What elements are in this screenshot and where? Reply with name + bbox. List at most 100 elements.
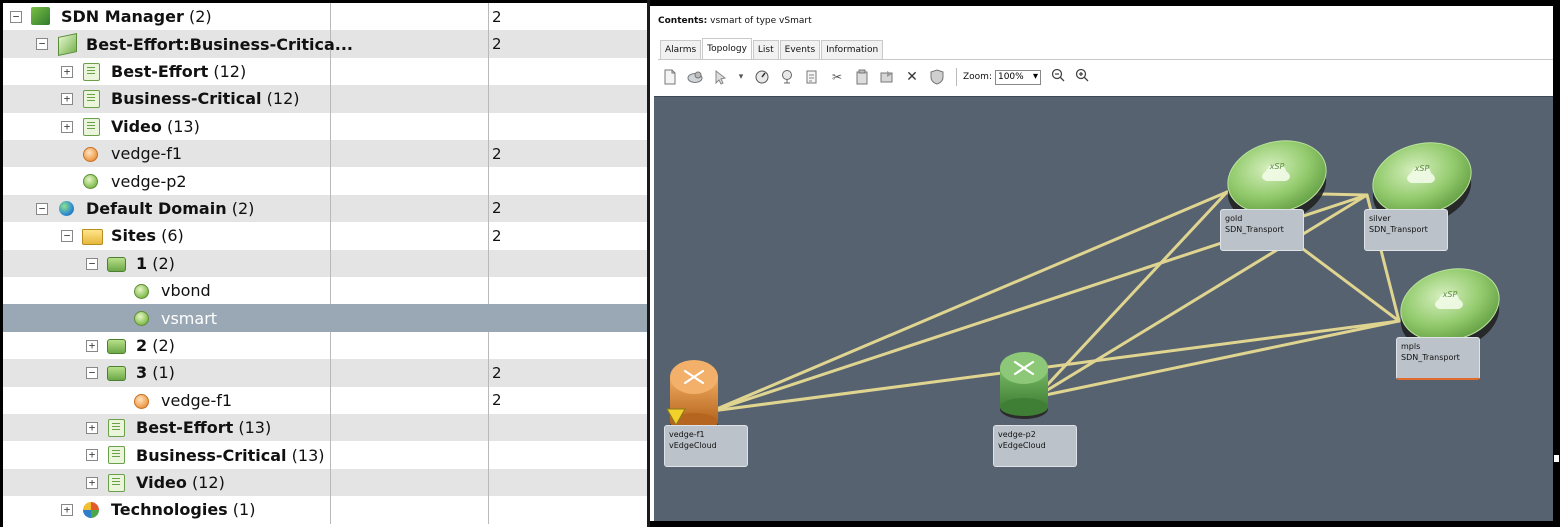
- chevron-down-icon[interactable]: ▾: [737, 69, 745, 85]
- router-node-vedge-p2[interactable]: [1000, 352, 1048, 419]
- list-icon: [108, 446, 125, 465]
- expand-toggle[interactable]: +: [61, 93, 73, 106]
- collapse-toggle[interactable]: −: [86, 367, 98, 380]
- expand-toggle[interactable]: +: [61, 120, 73, 133]
- tree-row[interactable]: + Technologies (1): [3, 496, 647, 524]
- tree-row[interactable]: + Best-Effort (12): [3, 57, 647, 86]
- router-node-vedge-f1[interactable]: [666, 360, 718, 434]
- node-label-vedge-f1[interactable]: vedge-f1 vEdgeCloud: [664, 425, 748, 467]
- tree-row[interactable]: + 2 (2): [3, 331, 647, 360]
- refresh-icon[interactable]: [754, 69, 770, 85]
- tree-row[interactable]: vedge-f1 2: [3, 140, 647, 168]
- tree-item-value: [488, 468, 646, 497]
- tab-events[interactable]: Events: [779, 40, 821, 59]
- shield-icon[interactable]: [929, 69, 945, 85]
- device-status-icon: [134, 284, 149, 299]
- tree-item-count: (2): [152, 253, 175, 273]
- tree-item-count: (12): [266, 89, 300, 109]
- tree-row[interactable]: − Default Domain (2) 2: [3, 194, 647, 223]
- tree-row[interactable]: − SDN Manager (2) 2: [3, 3, 647, 31]
- tree-row[interactable]: + Business-Critical (13): [3, 441, 647, 469]
- tree-row[interactable]: − 1 (2): [3, 249, 647, 277]
- tree-item-label: Best-Effort: [136, 418, 234, 438]
- folder-icon: [82, 229, 103, 246]
- tree-row[interactable]: vbond: [3, 277, 647, 305]
- tree-item-value: [488, 331, 646, 360]
- tree-row[interactable]: − Sites (6) 2: [3, 222, 647, 250]
- tree-item-value: [488, 57, 646, 86]
- tab-information[interactable]: Information: [821, 40, 884, 59]
- zoom-in-icon[interactable]: [1075, 68, 1089, 86]
- cursor-icon[interactable]: [712, 69, 728, 85]
- tab-alarms[interactable]: Alarms: [660, 40, 702, 59]
- node-icon-text: xSP: [1442, 290, 1458, 299]
- tab-list[interactable]: List: [752, 40, 779, 59]
- tree-row[interactable]: + Video (13): [3, 112, 647, 140]
- node-icon-text: xSP: [1269, 162, 1285, 171]
- node-label-vedge-p2[interactable]: vedge-p2 vEdgeCloud: [993, 425, 1077, 467]
- link[interactable]: [1034, 193, 1369, 399]
- topology-toolbar: ▾ ✂ ✕ Zoom: 100%: [662, 66, 1089, 88]
- contents-panel: Contents: vsmart of type vSmart Alarms T…: [650, 6, 1553, 521]
- resource-tree: − SDN Manager (2) 2 − Best-Effort:Busine…: [3, 3, 647, 527]
- expand-toggle[interactable]: +: [61, 504, 73, 517]
- list-icon: [83, 117, 100, 136]
- policy-bundle-icon: [58, 33, 77, 57]
- expand-toggle[interactable]: +: [86, 449, 98, 462]
- node-label-mpls[interactable]: mpls SDN_Transport: [1396, 337, 1480, 380]
- tree-row[interactable]: + Video (12): [3, 468, 647, 497]
- sdn-manager-icon: [31, 7, 50, 25]
- expand-toggle[interactable]: +: [86, 422, 98, 434]
- tab-topology[interactable]: Topology: [702, 38, 752, 59]
- tree-item-label: 3: [136, 363, 148, 383]
- delete-icon[interactable]: ✕: [904, 69, 920, 85]
- tree-item-label: Video: [136, 472, 187, 492]
- link[interactable]: [1034, 319, 1401, 399]
- node-type: vEdgeCloud: [998, 441, 1046, 450]
- cut-icon[interactable]: ✂: [829, 69, 845, 85]
- device-status-icon: [83, 174, 98, 190]
- tree-item-label: Default Domain: [86, 198, 227, 218]
- tree-row[interactable]: vedge-f1 2: [3, 386, 647, 414]
- export-icon[interactable]: [879, 69, 895, 85]
- collapse-toggle[interactable]: −: [86, 257, 98, 270]
- tree-row[interactable]: vedge-p2: [3, 167, 647, 195]
- tab-divider: [658, 59, 1553, 60]
- tree-item-value: 2: [488, 222, 646, 250]
- node-label-silver[interactable]: silver SDN_Transport: [1364, 209, 1448, 251]
- collapse-toggle[interactable]: −: [36, 202, 48, 215]
- expand-toggle[interactable]: +: [86, 339, 98, 352]
- tree-row[interactable]: − 3 (1) 2: [3, 359, 647, 387]
- list-icon: [108, 419, 125, 437]
- topology-canvas[interactable]: xSP xSP xSP gold SDN_Transport silver SD…: [654, 96, 1553, 521]
- tree-item-label: Business-Critical: [136, 445, 287, 465]
- node-name: vedge-f1: [669, 430, 705, 439]
- new-page-icon[interactable]: [662, 69, 678, 85]
- collapse-toggle[interactable]: −: [10, 11, 22, 23]
- tree-item-count: (2): [231, 198, 255, 218]
- expand-toggle[interactable]: +: [61, 65, 73, 78]
- globe-icon: [59, 200, 74, 216]
- find-icon[interactable]: [779, 69, 795, 85]
- expand-toggle[interactable]: +: [86, 476, 98, 489]
- tree-row[interactable]: − Best-Effort:Business-Critica... 2: [3, 30, 647, 58]
- zoom-select[interactable]: 100%: [994, 69, 1041, 85]
- properties-icon[interactable]: [804, 69, 820, 85]
- collapse-toggle[interactable]: −: [36, 38, 48, 51]
- tree-item-count: (2): [152, 335, 175, 355]
- technologies-icon: [83, 502, 99, 519]
- zoom-out-icon[interactable]: [1051, 68, 1065, 86]
- tree-item-value: [488, 304, 646, 332]
- device-status-icon: [134, 311, 149, 327]
- paste-icon[interactable]: [854, 69, 870, 85]
- node-name: mpls: [1401, 342, 1421, 351]
- cloud-add-icon[interactable]: [687, 69, 703, 85]
- node-label-gold[interactable]: gold SDN_Transport: [1220, 209, 1304, 251]
- tree-item-value: 2: [488, 140, 646, 168]
- zoom-label: Zoom:: [963, 72, 992, 82]
- tree-row[interactable]: + Business-Critical (12): [3, 85, 647, 113]
- tree-row[interactable]: + Best-Effort (13): [3, 414, 647, 442]
- tree-item-label: vedge-f1: [111, 144, 183, 164]
- tree-row-selected[interactable]: vsmart: [3, 304, 647, 332]
- collapse-toggle[interactable]: −: [61, 230, 73, 243]
